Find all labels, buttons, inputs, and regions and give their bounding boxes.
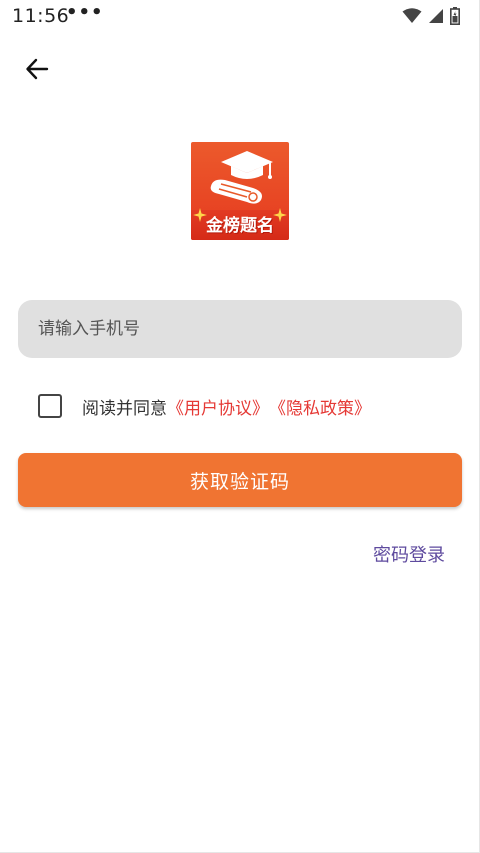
cell-signal-icon — [429, 9, 443, 23]
get-verification-code-button[interactable]: 获取验证码 — [18, 453, 462, 507]
battery-icon — [450, 7, 460, 25]
status-more-notifications-icon: ••• — [66, 2, 104, 23]
status-icons — [402, 7, 460, 25]
wifi-icon — [402, 8, 422, 23]
login-screen: 11:56 ••• 金榜题名 请输入手机号 阅读并同意 《用户协议》 《隐私政策… — [0, 0, 480, 853]
agreement-row: 阅读并同意 《用户协议》 《隐私政策》 — [38, 392, 371, 420]
logo-text: 金榜题名 — [206, 216, 274, 236]
password-login-link[interactable]: 密码登录 — [373, 541, 445, 567]
user-agreement-link[interactable]: 《用户协议》 — [167, 394, 269, 419]
graduation-cap-diploma-icon — [210, 151, 273, 204]
app-logo: 金榜题名 — [191, 142, 289, 240]
phone-input-container — [18, 300, 462, 358]
phone-number-input[interactable] — [18, 300, 462, 358]
status-time: 11:56 — [12, 5, 70, 27]
agreement-checkbox[interactable] — [38, 394, 62, 418]
agreement-prefix-text: 阅读并同意 — [82, 398, 167, 419]
back-button[interactable] — [20, 52, 54, 86]
privacy-policy-link[interactable]: 《隐私政策》 — [269, 394, 371, 419]
arrow-left-icon — [26, 58, 49, 80]
status-bar: 11:56 ••• — [0, 0, 480, 34]
